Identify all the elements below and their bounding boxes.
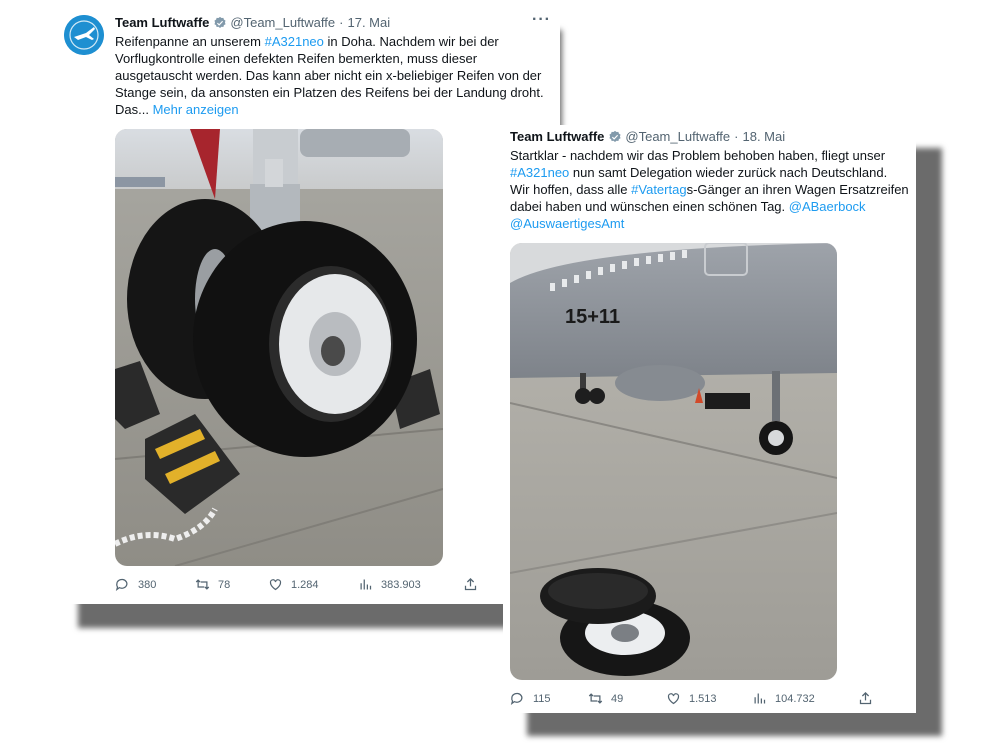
hashtag-link[interactable]: #Vatertag: [631, 182, 686, 197]
tweet-actions: 115 49 1.513 104.732: [510, 691, 910, 707]
tweet-photo[interactable]: 15+11: [510, 243, 837, 680]
text-line: dabei haben und wünschen einen schönen T…: [510, 199, 789, 214]
text-line: Reifenpanne an unserem: [115, 34, 265, 49]
retweet-count: 78: [218, 578, 231, 591]
reply-icon: [115, 578, 128, 592]
retweet-icon: [588, 693, 603, 704]
analytics-icon: [754, 693, 766, 704]
text-line: Vorflugkontrolle einen defekten Reifen b…: [115, 51, 478, 66]
author-handle[interactable]: @Team_Luftwaffe: [230, 15, 335, 30]
text-line: Startklar - nachdem wir das Problem beho…: [510, 148, 886, 163]
analytics-icon: [360, 579, 372, 590]
text-line: ausgetauscht werden. Das kann aber nicht…: [115, 68, 542, 83]
mention-link[interactable]: @AuswaertigesAmt: [510, 216, 624, 231]
text-line: Wir hoffen, dass alle: [510, 182, 632, 197]
avatar[interactable]: [64, 15, 104, 55]
text-line: nun samt Delegation wieder zurück nach D…: [569, 165, 888, 180]
text-line: Das...: [115, 102, 153, 117]
view-count: 383.903: [381, 578, 421, 591]
verified-badge-icon: [214, 16, 226, 28]
tweet-header: Team Luftwaffe @Team_Luftwaffe · 17. Mai: [115, 15, 390, 30]
more-options-icon[interactable]: ···: [532, 11, 551, 29]
tweet-date[interactable]: 17. Mai: [347, 15, 390, 30]
reply-count: 115: [533, 692, 551, 705]
like-count: 1.284: [291, 578, 319, 591]
author-name[interactable]: Team Luftwaffe: [510, 129, 604, 144]
tweet-actions: 380 78 1.284 383.903: [115, 577, 535, 593]
heart-icon: [667, 693, 680, 705]
text-line: Stange sein, da ansonsten ein Platzen de…: [115, 85, 544, 100]
tweet-date[interactable]: 18. Mai: [742, 129, 785, 144]
share-icon: [464, 577, 477, 591]
separator: ·: [734, 129, 739, 144]
retweet-button[interactable]: 78: [195, 577, 230, 592]
tweet-1-card[interactable]: Team Luftwaffe @Team_Luftwaffe · 17. Mai…: [58, 8, 560, 604]
verified-badge-icon: [609, 130, 621, 142]
aircraft-photo: 15+11: [510, 243, 837, 680]
landing-gear-photo: [115, 129, 443, 566]
views-button[interactable]: 104.732: [752, 691, 815, 706]
author-handle[interactable]: @Team_Luftwaffe: [625, 129, 730, 144]
tweet-photo[interactable]: [115, 129, 443, 566]
tweet-2-card[interactable]: Team Luftwaffe @Team_Luftwaffe · 18. Mai…: [503, 125, 916, 713]
tweet-text: Reifenpanne an unserem #A321neo in Doha.…: [115, 33, 560, 118]
retweet-count: 49: [611, 692, 624, 705]
views-button[interactable]: 383.903: [358, 577, 421, 592]
like-count: 1.513: [689, 692, 717, 705]
share-icon: [859, 691, 872, 705]
hashtag-link[interactable]: #A321neo: [510, 165, 569, 180]
reply-icon: [510, 692, 523, 706]
luftwaffe-logo-icon: [64, 15, 104, 55]
tweet-text: Startklar - nachdem wir das Problem beho…: [510, 147, 916, 232]
separator: ·: [339, 15, 344, 30]
like-button[interactable]: 1.513: [666, 691, 717, 706]
text-line: in Doha. Nachdem wir bei der: [323, 34, 499, 49]
text-line: s-Gänger an ihren Wagen Ersatzreifen: [686, 182, 909, 197]
tweet-header: Team Luftwaffe @Team_Luftwaffe · 18. Mai: [510, 129, 785, 144]
view-count: 104.732: [775, 692, 815, 705]
aircraft-marking: 15+11: [565, 306, 620, 328]
hashtag-link[interactable]: #A321neo: [265, 34, 324, 49]
mention-link[interactable]: @ABaerbock: [789, 199, 866, 214]
reply-button[interactable]: 380: [115, 577, 156, 592]
retweet-button[interactable]: 49: [588, 691, 623, 706]
reply-count: 380: [138, 578, 157, 591]
heart-icon: [269, 579, 282, 591]
show-more-link[interactable]: Mehr anzeigen: [153, 102, 239, 117]
like-button[interactable]: 1.284: [268, 577, 319, 592]
retweet-icon: [195, 579, 210, 590]
share-button[interactable]: [463, 577, 486, 592]
reply-button[interactable]: 115: [510, 691, 551, 706]
author-name[interactable]: Team Luftwaffe: [115, 15, 209, 30]
share-button[interactable]: [858, 691, 881, 706]
